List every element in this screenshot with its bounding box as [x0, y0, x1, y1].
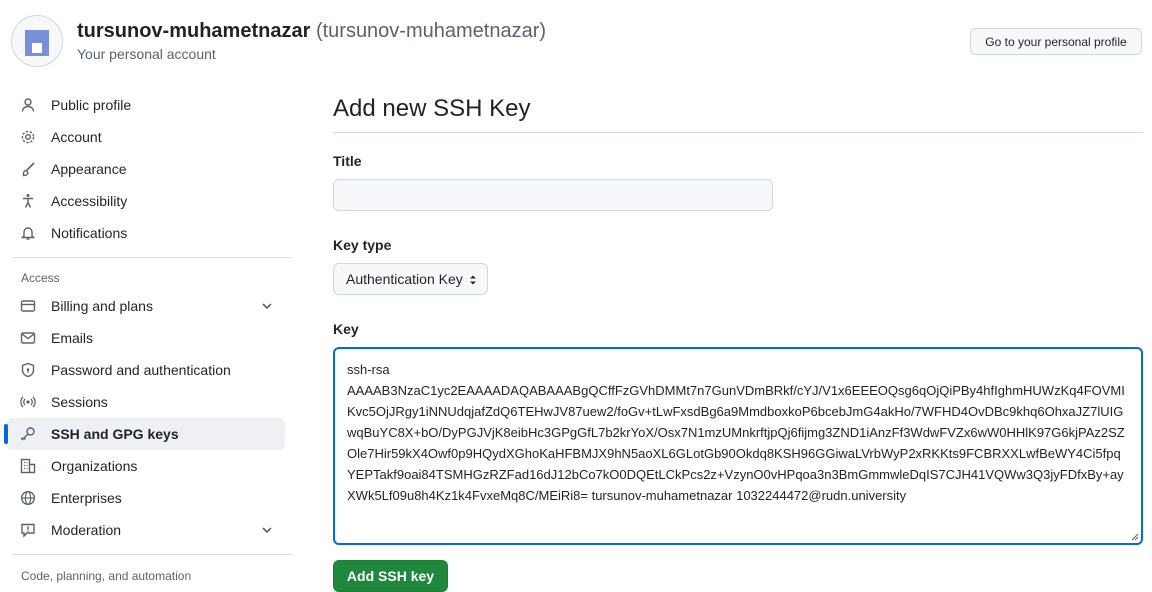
sidebar-item-enterprises[interactable]: Enterprises [6, 482, 285, 514]
credit-card-icon [20, 300, 36, 312]
sidebar-item-label: Password and authentication [51, 362, 231, 378]
globe-icon [20, 490, 36, 506]
key-icon [21, 427, 35, 441]
sidebar-item-label: Enterprises [51, 490, 122, 506]
account-subtitle: Your personal account [77, 46, 216, 62]
sidebar-item-account[interactable]: Account [6, 121, 285, 153]
sidebar-item-label: Moderation [51, 522, 122, 538]
page-title: Add new SSH Key [333, 95, 531, 122]
sidebar-item-organizations[interactable]: Organizations [6, 450, 285, 482]
sidebar-item-ssh-gpg-keys[interactable]: SSH and GPG keys [4, 418, 285, 450]
sidebar-item-billing[interactable]: Billing and plans [6, 290, 285, 322]
broadcast-icon [20, 396, 36, 408]
title-input[interactable] [333, 179, 773, 211]
sidebar-item-notifications[interactable]: Notifications [6, 217, 285, 249]
sidebar-group-code-planning: Code, planning, and automation [21, 569, 192, 583]
accessibility-icon [23, 194, 33, 208]
account-header: tursunov-muhametnazar (tursunov-muhametn… [0, 0, 1152, 80]
sidebar-item-label: Sessions [51, 394, 108, 410]
report-icon [21, 523, 35, 538]
sidebar-item-label: Account [51, 129, 102, 145]
key-type-select[interactable]: Authentication Key [333, 263, 488, 295]
sidebar-item-appearance[interactable]: Appearance [6, 153, 285, 185]
key-type-value: Authentication Key [346, 271, 463, 287]
sidebar-item-emails[interactable]: Emails [6, 322, 285, 354]
sidebar-group-access: Access [21, 271, 60, 285]
key-textarea[interactable]: ssh-rsa AAAAB3NzaC1yc2EAAAADAQABAAABgQCf… [333, 347, 1143, 545]
sidebar-item-label: Public profile [51, 97, 132, 113]
avatar[interactable] [11, 15, 63, 67]
account-username[interactable]: tursunov-muhametnazar [77, 20, 310, 42]
go-to-profile-button[interactable]: Go to your personal profile [970, 28, 1142, 55]
title-field-label: Title [333, 153, 362, 169]
gear-icon [21, 130, 35, 144]
settings-sidebar: Public profile Account Appearance Access… [0, 89, 296, 587]
mail-icon [20, 332, 36, 344]
shield-lock-icon [21, 362, 35, 378]
chevron-down-icon[interactable] [259, 522, 275, 538]
account-name: tursunov-muhametnazar (tursunov-muhametn… [77, 20, 546, 43]
key-first-line: ssh-rsa [347, 362, 390, 377]
sidebar-item-label: SSH and GPG keys [51, 426, 179, 442]
select-arrows-icon [470, 275, 476, 285]
identicon-cutout [32, 43, 42, 53]
resize-handle-icon[interactable] [1131, 533, 1139, 541]
sidebar-item-label: Billing and plans [51, 298, 153, 314]
sidebar-item-accessibility[interactable]: Accessibility [6, 185, 285, 217]
sidebar-item-label: Emails [51, 330, 94, 346]
account-handle: (tursunov-muhametnazar) [315, 20, 547, 42]
organization-icon [20, 458, 36, 474]
paintbrush-icon [22, 162, 35, 177]
sidebar-item-sessions[interactable]: Sessions [6, 386, 285, 418]
key-field-label: Key [333, 321, 359, 337]
sidebar-item-label: Notifications [51, 225, 128, 241]
sidebar-item-moderation[interactable]: Moderation [6, 514, 285, 546]
bell-icon [20, 227, 36, 240]
title-divider [333, 132, 1143, 133]
key-body: AAAAB3NzaC1yc2EAAAADAQABAAABgQCffFzGVhDM… [347, 383, 1125, 503]
sidebar-item-label: Organizations [51, 458, 138, 474]
key-type-label: Key type [333, 237, 392, 253]
add-ssh-key-form: Add new SSH Key Title Key type Authentic… [333, 90, 1143, 592]
sidebar-item-public-profile[interactable]: Public profile [6, 89, 285, 121]
sidebar-item-password-auth[interactable]: Password and authentication [6, 354, 285, 386]
add-ssh-key-button[interactable]: Add SSH key [333, 560, 448, 592]
sidebar-item-label: Accessibility [51, 193, 128, 209]
sidebar-item-label: Appearance [51, 161, 127, 177]
chevron-down-icon[interactable] [259, 298, 275, 314]
person-icon [21, 98, 35, 112]
